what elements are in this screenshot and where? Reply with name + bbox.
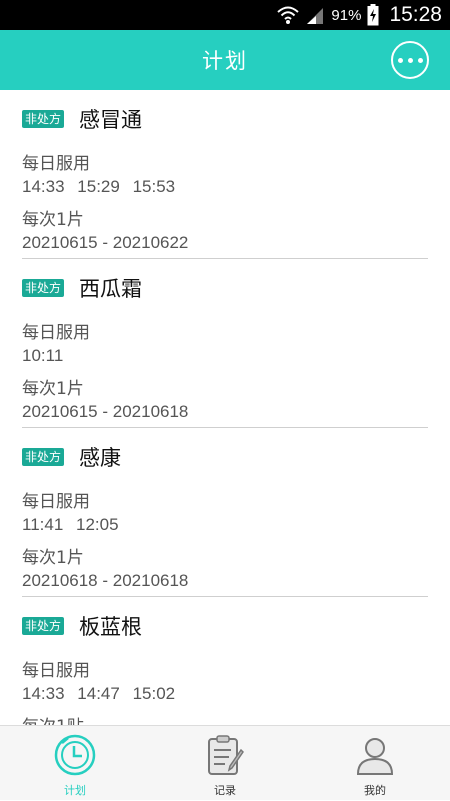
clipboard-icon [208, 735, 244, 775]
plan-card[interactable]: 非处方 感冒通 每日服用 14:33 15:29 15:53 每次1片 2021… [22, 90, 428, 259]
dose-times: 14:33 15:29 15:53 [22, 177, 175, 197]
dose-time: 14:33 [22, 684, 65, 703]
frequency-text: 每日服用 [22, 154, 90, 174]
date-range: 20210615 - 20210622 [22, 233, 189, 252]
plan-list[interactable]: 非处方 感冒通 每日服用 14:33 15:29 15:53 每次1片 2021… [0, 90, 450, 725]
dose-time: 10:11 [22, 346, 64, 365]
dose-amount: 每次1片 [22, 548, 84, 568]
nav-item-plan[interactable]: 计划 [0, 726, 150, 801]
drug-name: 感冒通 [79, 108, 143, 132]
dose-time: 11:41 [22, 515, 64, 534]
dose-time: 15:53 [132, 177, 176, 196]
dose-times: 14:33 14:47 15:02 [22, 684, 175, 704]
nav-label: 记录 [214, 784, 236, 797]
dose-time: 14:47 [77, 684, 120, 703]
frequency-text: 每日服用 [22, 661, 90, 681]
dose-times: 10:11 [22, 346, 63, 366]
date-range: 20210618 - 20210618 [22, 571, 189, 590]
dose-amount: 每次1片 [22, 379, 84, 399]
plan-card-header: 非处方 感康 [22, 442, 121, 472]
signal-icon [307, 8, 324, 24]
plan-card-header: 非处方 西瓜霜 [22, 273, 142, 303]
nav-label: 计划 [64, 784, 86, 797]
plan-card[interactable]: 非处方 板蓝根 每日服用 14:33 14:47 15:02 每次1贴 [22, 597, 428, 725]
more-options-button[interactable] [391, 41, 429, 79]
clock-time: 15:28 [389, 3, 442, 26]
frequency-text: 每日服用 [22, 323, 90, 343]
drug-name: 感康 [79, 446, 122, 470]
more-horizontal-icon-dot [407, 57, 413, 63]
bottom-nav: 计划 记录 我的 [0, 725, 450, 800]
page-title: 计划 [202, 49, 248, 73]
user-icon [356, 738, 394, 775]
status-bar-right: 91% 15:28 [277, 0, 442, 30]
frequency-text: 每日服用 [22, 492, 90, 512]
more-horizontal-icon [397, 57, 403, 63]
dose-time: 15:29 [77, 177, 120, 196]
otc-badge: 非处方 [22, 279, 65, 297]
clock-icon [54, 734, 96, 776]
nav-label: 我的 [364, 784, 386, 797]
dose-amount: 每次1片 [22, 210, 84, 230]
otc-badge: 非处方 [22, 448, 65, 466]
wifi-icon [277, 6, 300, 24]
nav-item-records[interactable]: 记录 [150, 726, 300, 801]
dose-amount: 每次1贴 [22, 712, 84, 725]
date-range: 20210615 - 20210618 [22, 402, 189, 421]
status-bar: 91% 15:28 [0, 0, 450, 30]
otc-badge: 非处方 [22, 617, 65, 635]
otc-badge: 非处方 [22, 110, 65, 128]
drug-name: 西瓜霜 [79, 277, 143, 301]
plan-card-header: 非处方 感冒通 [22, 104, 142, 134]
dose-time: 12:05 [76, 515, 119, 534]
app-header: 计划 [0, 30, 450, 90]
plan-card-header: 非处方 板蓝根 [22, 611, 142, 641]
dose-time: 15:02 [132, 684, 176, 703]
battery-charging-icon [367, 4, 379, 26]
more-horizontal-icon-dot [417, 57, 423, 63]
plan-card[interactable]: 非处方 西瓜霜 每日服用 10:11 每次1片 20210615 - 20210… [22, 259, 428, 428]
nav-item-me[interactable]: 我的 [300, 726, 450, 801]
dose-times: 11:41 12:05 [22, 515, 119, 535]
plan-card[interactable]: 非处方 感康 每日服用 11:41 12:05 每次1片 20210618 - … [22, 428, 428, 597]
battery-percentage: 91% [331, 6, 362, 24]
drug-name: 板蓝根 [79, 615, 143, 639]
dose-time: 14:33 [22, 177, 65, 196]
